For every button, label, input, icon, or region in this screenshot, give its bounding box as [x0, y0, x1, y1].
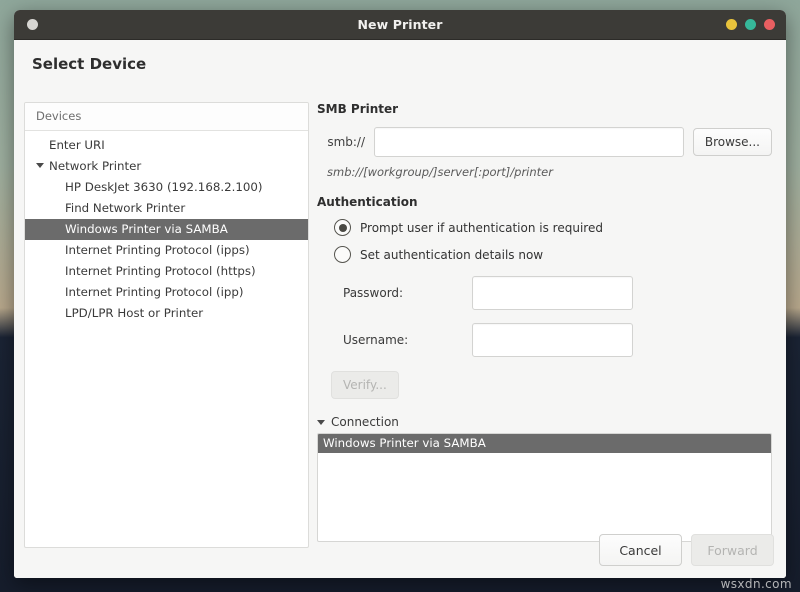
- password-field[interactable]: [472, 276, 633, 310]
- window-body: Select Device Devices Enter URI Network P…: [14, 40, 786, 578]
- smb-section-title: SMB Printer: [317, 102, 772, 116]
- device-list-item-label: Internet Printing Protocol (ipp): [65, 285, 243, 299]
- device-list-item[interactable]: Network Printer: [25, 156, 308, 177]
- device-list-item-label: Internet Printing Protocol (https): [65, 264, 256, 278]
- radio-set-now-icon[interactable]: [334, 246, 351, 263]
- smb-uri-row: smb:// Browse...: [317, 127, 772, 157]
- device-list-item[interactable]: Find Network Printer: [25, 198, 308, 219]
- device-list-item[interactable]: Internet Printing Protocol (ipps): [25, 240, 308, 261]
- device-list-panel: Devices Enter URI Network Printer HP DeskJ…: [24, 102, 309, 548]
- new-printer-window: New Printer Select Device Devices Enter …: [14, 10, 786, 578]
- cancel-button[interactable]: Cancel: [599, 534, 682, 566]
- authentication-section-title: Authentication: [317, 195, 772, 209]
- maximize-button[interactable]: [745, 19, 756, 30]
- device-list-item[interactable]: Enter URI: [25, 135, 308, 156]
- device-list-header: Devices: [25, 103, 308, 131]
- username-field[interactable]: [472, 323, 633, 357]
- username-label: Username:: [317, 333, 472, 347]
- password-row: Password:: [317, 276, 772, 310]
- smb-uri-input[interactable]: [374, 127, 684, 157]
- device-details-pane: SMB Printer smb:// Browse... smb://[work…: [317, 102, 772, 546]
- device-list-item[interactable]: LPD/LPR Host or Printer: [25, 303, 308, 324]
- auth-option-prompt-label: Prompt user if authentication is require…: [360, 221, 603, 235]
- device-list-item-label: Windows Printer via SAMBA: [65, 222, 228, 236]
- verify-button[interactable]: Verify...: [331, 371, 399, 399]
- device-list-item-label: Network Printer: [49, 159, 141, 173]
- watermark-text: wsxdn.com: [721, 577, 792, 591]
- radio-prompt-icon[interactable]: [334, 219, 351, 236]
- device-list-item-label: HP DeskJet 3630 (192.168.2.100): [65, 180, 262, 194]
- window-titlebar: New Printer: [14, 10, 786, 40]
- auth-option-prompt[interactable]: Prompt user if authentication is require…: [334, 219, 772, 236]
- page-title: Select Device: [32, 55, 146, 73]
- device-list-item-label: Internet Printing Protocol (ipps): [65, 243, 250, 257]
- auth-option-set-now-label: Set authentication details now: [360, 248, 543, 262]
- connection-list[interactable]: Windows Printer via SAMBA: [317, 433, 772, 542]
- chevron-down-icon[interactable]: [36, 163, 44, 168]
- connection-list-item[interactable]: Windows Printer via SAMBA: [318, 434, 771, 453]
- forward-button[interactable]: Forward: [691, 534, 774, 566]
- device-list[interactable]: Enter URI Network Printer HP DeskJet 3630 …: [25, 131, 308, 324]
- device-list-item[interactable]: HP DeskJet 3630 (192.168.2.100): [25, 177, 308, 198]
- smb-uri-hint: smb://[workgroup/]server[:port]/printer: [327, 165, 772, 179]
- desktop-background: New Printer Select Device Devices Enter …: [0, 0, 800, 592]
- device-list-item-label: Find Network Printer: [65, 201, 185, 215]
- device-list-item[interactable]: Internet Printing Protocol (ipp): [25, 282, 308, 303]
- device-list-item[interactable]: Internet Printing Protocol (https): [25, 261, 308, 282]
- smb-uri-prefix-label: smb://: [317, 135, 374, 149]
- device-list-item-label: LPD/LPR Host or Printer: [65, 306, 203, 320]
- chevron-down-icon: [317, 420, 325, 425]
- username-row: Username:: [317, 323, 772, 357]
- connection-expander[interactable]: Connection: [317, 415, 772, 429]
- connection-label: Connection: [331, 415, 399, 429]
- window-controls: [726, 19, 775, 30]
- password-label: Password:: [317, 286, 472, 300]
- close-button[interactable]: [764, 19, 775, 30]
- minimize-button[interactable]: [726, 19, 737, 30]
- auth-option-set-now[interactable]: Set authentication details now: [334, 246, 772, 263]
- dialog-footer: Cancel Forward: [599, 534, 774, 566]
- window-title: New Printer: [14, 10, 786, 39]
- device-list-item[interactable]: Windows Printer via SAMBA: [25, 219, 308, 240]
- device-list-item-label: Enter URI: [49, 138, 105, 152]
- browse-button[interactable]: Browse...: [693, 128, 772, 156]
